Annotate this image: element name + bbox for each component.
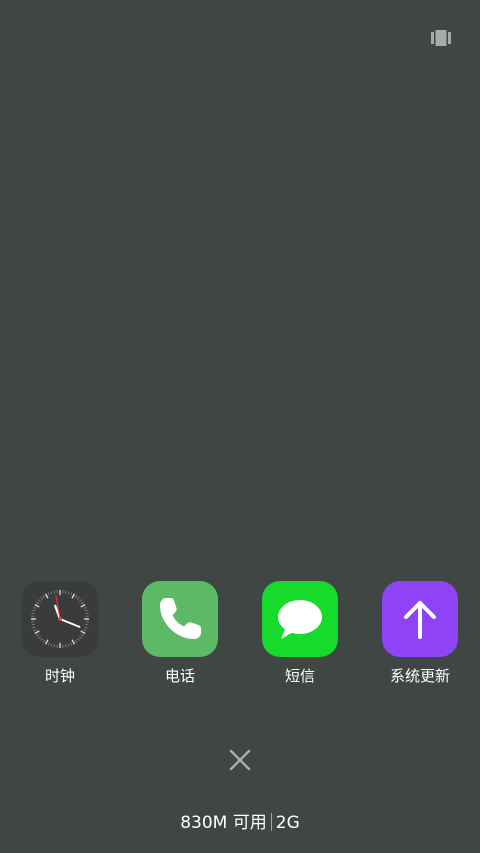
memory-available: 830M 可用 <box>180 813 267 833</box>
clock-icon[interactable] <box>22 581 98 657</box>
app-clock[interactable]: 时钟 <box>0 581 120 691</box>
app-label-messages: 短信 <box>284 667 315 685</box>
memory-divider <box>270 813 272 831</box>
recent-apps-screen: 时钟 电话 短信 系统更新 830M 可用 2G <box>0 0 480 853</box>
app-label-system-update: 系统更新 <box>389 667 450 685</box>
app-phone[interactable]: 电话 <box>120 581 240 691</box>
message-icon[interactable] <box>262 581 338 657</box>
memory-status: 830M 可用 2G <box>0 811 480 835</box>
app-messages[interactable]: 短信 <box>240 581 360 691</box>
memory-total: 2G <box>275 813 300 833</box>
arrow-up-icon[interactable] <box>382 581 458 657</box>
recent-apps-row: 时钟 电话 短信 系统更新 <box>0 581 480 691</box>
app-system-update[interactable]: 系统更新 <box>360 581 480 691</box>
app-label-phone: 电话 <box>164 667 195 685</box>
close-icon[interactable] <box>228 748 252 772</box>
phone-icon[interactable] <box>142 581 218 657</box>
app-label-clock: 时钟 <box>44 667 75 685</box>
task-list-icon[interactable] <box>431 30 451 46</box>
